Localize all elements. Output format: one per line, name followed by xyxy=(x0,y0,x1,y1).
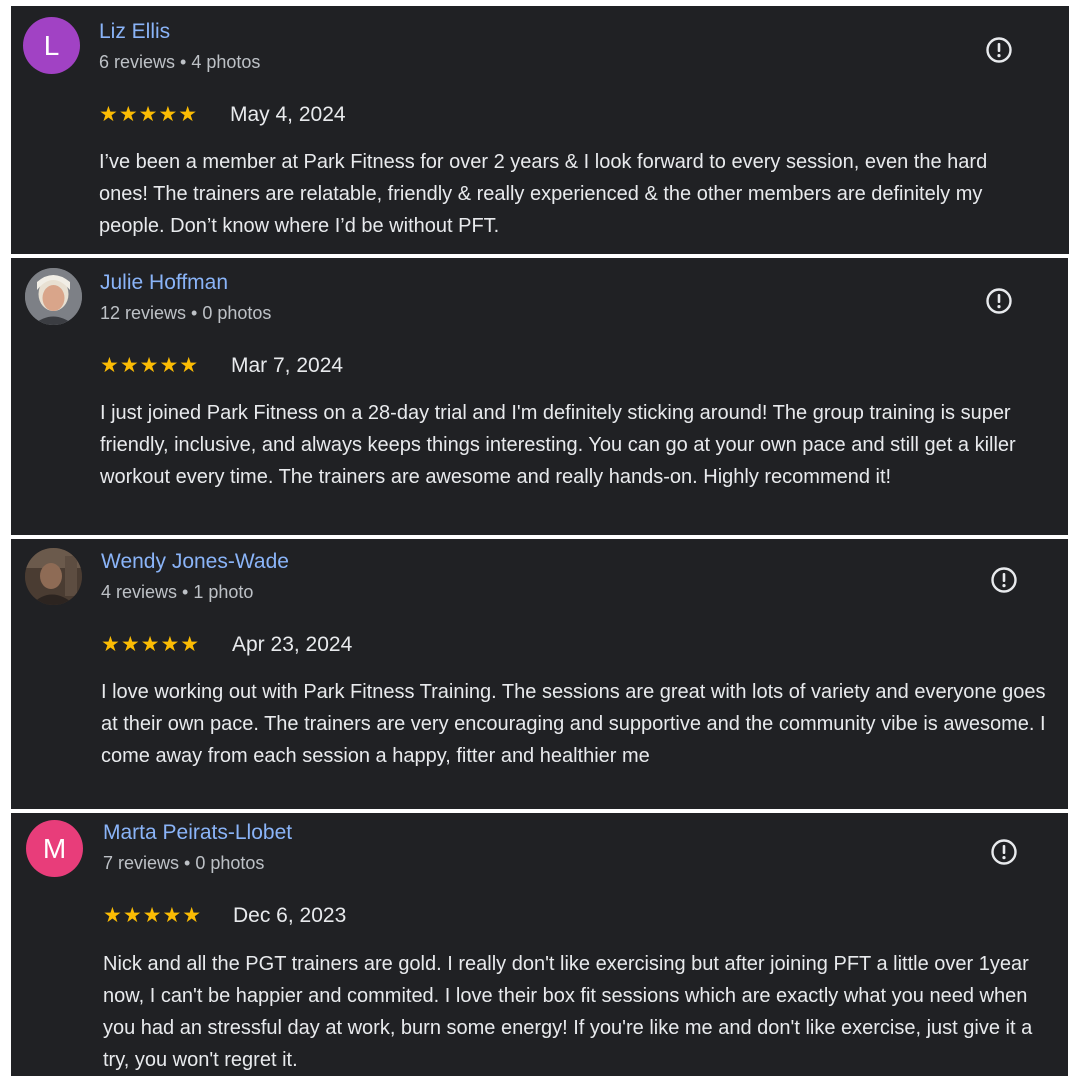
review-card: L Liz Ellis 6 reviews • 4 photos ★★★★★ M… xyxy=(11,6,1069,254)
review-text: I’ve been a member at Park Fitness for o… xyxy=(99,151,988,237)
review-date: May 4, 2024 xyxy=(230,103,346,126)
avatar-initial: L xyxy=(43,29,60,61)
reviewer-name[interactable]: Julie Hoffman xyxy=(100,271,228,295)
reviewer-name[interactable]: Wendy Jones-Wade xyxy=(101,550,289,574)
reviewer-meta: 7 reviews • 0 photos xyxy=(103,853,265,873)
review-date: Dec 6, 2023 xyxy=(233,904,347,927)
reviewer-meta: 12 reviews • 0 photos xyxy=(100,303,272,323)
reviewer-name[interactable]: Marta Peirats-Llobet xyxy=(103,821,292,845)
reviewer-meta: 4 reviews • 1 photo xyxy=(101,582,254,602)
profile-photo xyxy=(25,548,82,605)
star-rating: ★★★★★ xyxy=(99,103,199,126)
review-date: Apr 23, 2024 xyxy=(232,633,353,656)
report-icon[interactable] xyxy=(990,838,1018,866)
review-card: Julie Hoffman 12 reviews • 0 photos ★★★★… xyxy=(11,258,1068,535)
report-icon[interactable] xyxy=(990,566,1018,594)
avatar[interactable]: L xyxy=(23,17,80,74)
review-card: M Marta Peirats-Llobet 7 reviews • 0 pho… xyxy=(11,813,1068,1076)
report-icon[interactable] xyxy=(985,287,1013,315)
report-icon[interactable] xyxy=(985,36,1013,64)
review-text: Nick and all the PGT trainers are gold. … xyxy=(103,953,1033,1071)
star-rating: ★★★★★ xyxy=(100,354,200,377)
reviewer-name[interactable]: Liz Ellis xyxy=(99,20,170,44)
avatar[interactable] xyxy=(25,548,82,605)
avatar-initial: M xyxy=(42,832,67,864)
review-card: Wendy Jones-Wade 4 reviews • 1 photo ★★★… xyxy=(11,539,1068,809)
review-text: I love working out with Park Fitness Tra… xyxy=(101,681,1046,767)
profile-photo xyxy=(25,268,82,325)
avatar[interactable]: M xyxy=(26,820,83,877)
star-rating: ★★★★★ xyxy=(101,633,201,656)
star-rating: ★★★★★ xyxy=(103,904,203,927)
review-text: I just joined Park Fitness on a 28-day t… xyxy=(100,402,1016,488)
review-date: Mar 7, 2024 xyxy=(231,354,344,377)
reviews-page: L Liz Ellis 6 reviews • 4 photos ★★★★★ M… xyxy=(0,0,1080,1080)
reviewer-meta: 6 reviews • 4 photos xyxy=(99,52,261,72)
avatar[interactable] xyxy=(25,268,82,325)
